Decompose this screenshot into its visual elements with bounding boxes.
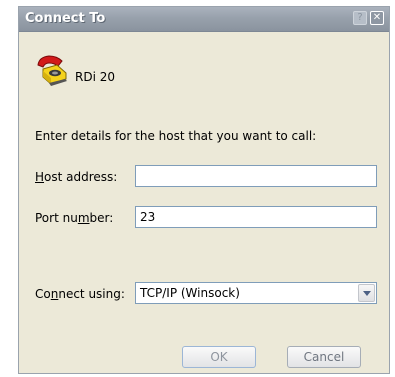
connect-using-select[interactable]: TCP/IP (Winsock) bbox=[135, 282, 377, 304]
telephone-icon bbox=[35, 53, 69, 87]
close-icon: ✕ bbox=[372, 12, 382, 23]
chevron-down-icon bbox=[363, 291, 371, 296]
instruction-text: Enter details for the host that you want… bbox=[35, 129, 317, 143]
host-address-input[interactable] bbox=[135, 165, 377, 187]
host-address-label-access-key: H bbox=[35, 170, 45, 184]
session-name: RDi 20 bbox=[75, 70, 115, 84]
port-number-input[interactable]: 23 bbox=[135, 206, 377, 228]
help-button[interactable]: ? bbox=[353, 11, 367, 25]
dropdown-arrow-button[interactable] bbox=[358, 284, 375, 302]
title-bar[interactable]: Connect To ? ✕ bbox=[19, 7, 389, 32]
close-button[interactable]: ✕ bbox=[370, 11, 384, 25]
connect-using-label: Connect using: bbox=[35, 287, 125, 301]
dialog-title: Connect To bbox=[25, 11, 106, 26]
connect-using-value: TCP/IP (Winsock) bbox=[140, 286, 240, 300]
port-number-label-access-key: m bbox=[77, 211, 90, 225]
port-number-label: Port number: bbox=[35, 211, 114, 225]
help-icon: ? bbox=[357, 12, 363, 23]
host-address-label: Host address: bbox=[35, 170, 118, 184]
ok-button[interactable]: OK bbox=[182, 346, 256, 368]
connect-to-dialog: Connect To ? ✕ RDi 20 Enter details for … bbox=[18, 6, 390, 374]
cancel-button[interactable]: Cancel bbox=[287, 346, 361, 368]
